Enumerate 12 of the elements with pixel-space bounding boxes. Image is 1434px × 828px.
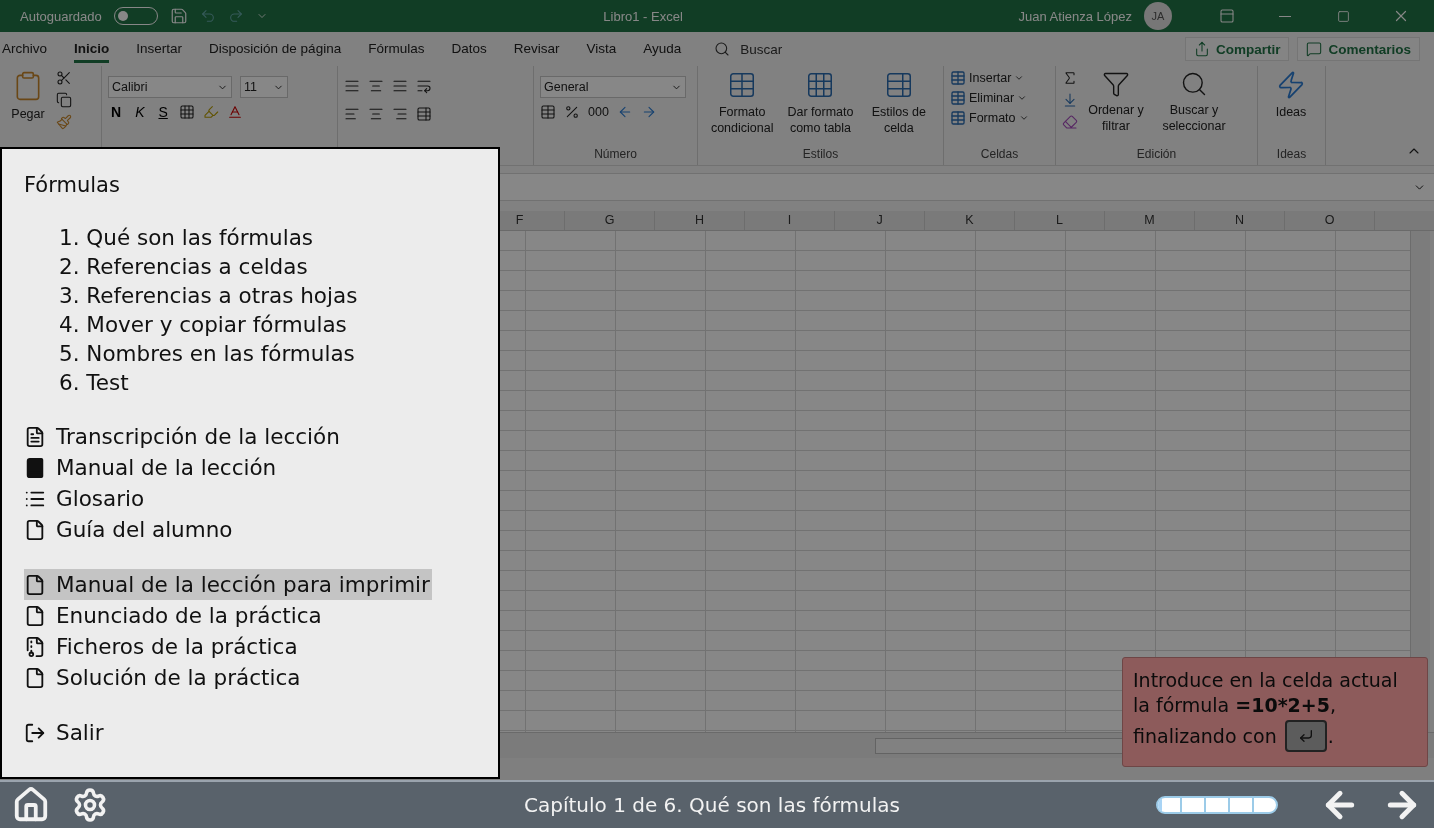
panel-title: Fórmulas <box>24 173 121 197</box>
autosave-label: Autoguardado <box>20 8 102 24</box>
group-label: Celdas <box>980 147 1019 163</box>
chapter-title: Capítulo 1 de 6. Qué son las fórmulas <box>523 793 901 817</box>
user-name: Juan Atienza López <box>1018 8 1132 24</box>
group-label: Estilos <box>802 147 839 163</box>
group-label: Número <box>594 147 637 163</box>
group-label: Ideas <box>1276 147 1307 163</box>
group-label: Edición <box>1136 147 1177 163</box>
instruction-end-text: . <box>1327 723 1334 749</box>
window-title: Libro1 - Excel <box>602 8 684 24</box>
instruction-text: finalizando con <box>1133 723 1277 749</box>
